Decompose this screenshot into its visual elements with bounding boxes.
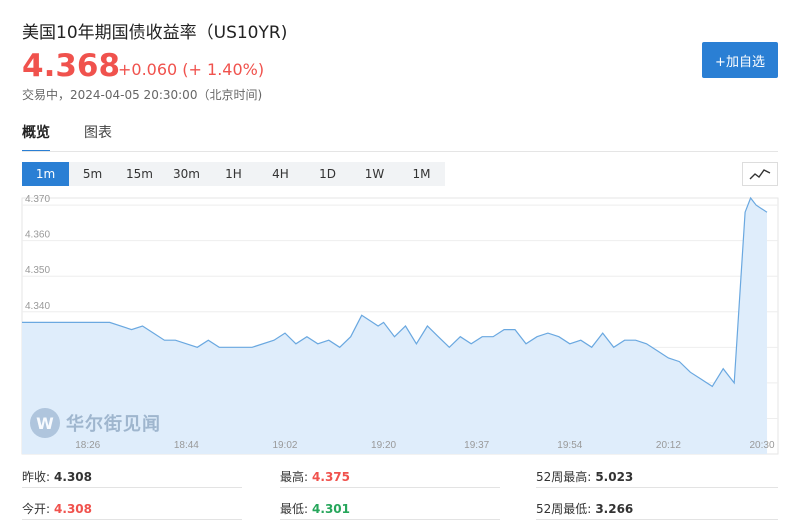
x-tick-label: 18:44 [174, 440, 199, 451]
stat-value: 4.308 [54, 470, 93, 484]
x-tick-label: 19:02 [272, 440, 297, 451]
watermark: W 华尔街见闻 [30, 408, 161, 438]
x-tick-label: 19:37 [464, 440, 489, 451]
watermark-text: 华尔街见闻 [66, 414, 161, 435]
divider [280, 487, 500, 488]
stat-high: 最高: 4.375 [280, 468, 350, 485]
stat-value: 3.266 [595, 502, 634, 516]
stat-label: 最高: [280, 470, 309, 484]
y-tick-label: 4.350 [25, 265, 50, 276]
x-tick-label: 20:30 [749, 440, 774, 451]
stat-value: 4.375 [312, 470, 351, 484]
stat-value: 5.023 [595, 470, 634, 484]
stat-label: 最低: [280, 502, 309, 516]
stats-row: 昨收: 4.308 最高: 4.375 52周最高: 5.023 [22, 460, 778, 488]
stat-label: 昨收: [22, 470, 51, 484]
watermark-logo: W [30, 408, 60, 438]
divider [536, 487, 778, 488]
stat-low: 最低: 4.301 [280, 500, 350, 517]
divider [22, 519, 242, 520]
stat-value: 4.301 [312, 502, 351, 516]
stat-label: 52周最低: [536, 502, 592, 516]
stats-row: 今开: 4.308 最低: 4.301 52周最低: 3.266 [22, 492, 778, 520]
stat-52w-low: 52周最低: 3.266 [536, 500, 633, 517]
divider [536, 519, 778, 520]
stat-label: 52周最高: [536, 470, 592, 484]
divider [22, 487, 242, 488]
divider [280, 519, 500, 520]
x-tick-label: 19:54 [557, 440, 582, 451]
x-tick-label: 19:20 [371, 440, 396, 451]
stat-label: 今开: [22, 502, 51, 516]
y-tick-label: 4.360 [25, 230, 50, 241]
y-tick-label: 4.370 [25, 194, 50, 205]
stat-value: 4.308 [54, 502, 93, 516]
stat-open: 今开: 4.308 [22, 500, 92, 517]
stat-52w-high: 52周最高: 5.023 [536, 468, 633, 485]
stat-prev-close: 昨收: 4.308 [22, 468, 92, 485]
x-tick-label: 18:26 [75, 440, 100, 451]
yield-chart: 4.3104.3204.3304.3404.3504.3604.37018:26… [21, 194, 779, 455]
x-tick-label: 20:12 [656, 440, 681, 451]
y-tick-label: 4.340 [25, 301, 50, 312]
